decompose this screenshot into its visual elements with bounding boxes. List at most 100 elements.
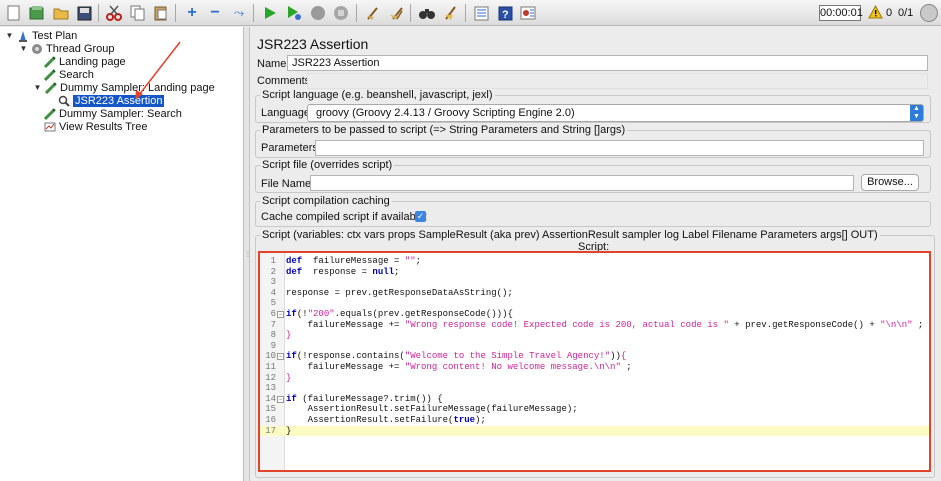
tree-item-thread-group[interactable]: ▼ Thread Group bbox=[19, 42, 115, 55]
code-text: if(!"200".equals(prev.getResponseCode())… bbox=[286, 309, 513, 319]
code-line[interactable]: 16 AssertionResult.setFailure(true); bbox=[260, 415, 929, 426]
tree-item-label: Dummy Sampler: Search bbox=[59, 107, 182, 120]
parameters-field[interactable] bbox=[315, 140, 924, 156]
code-line[interactable]: 1 def failureMessage = ""; bbox=[260, 256, 929, 267]
comments-field[interactable] bbox=[307, 73, 928, 89]
help-icon[interactable]: ? bbox=[495, 3, 515, 23]
clear-icon[interactable] bbox=[363, 3, 383, 23]
expand-icon[interactable]: + bbox=[182, 3, 202, 23]
sampler-icon bbox=[44, 107, 56, 120]
tree-item-search[interactable]: Search bbox=[44, 68, 94, 81]
paste-icon[interactable] bbox=[151, 3, 171, 23]
code-line[interactable]: 2 def response = null; bbox=[260, 267, 929, 278]
tree-expanded-icon[interactable]: ▼ bbox=[19, 44, 28, 53]
remote-icon[interactable] bbox=[518, 3, 538, 23]
code-line[interactable]: 11 failureMessage += "Wrong content! No … bbox=[260, 362, 929, 373]
file-name-label: File Name: bbox=[261, 178, 315, 190]
tree-item-jsr223-assertion[interactable]: JSR223 Assertion bbox=[58, 94, 165, 107]
fold-toggle-icon[interactable]: − bbox=[277, 395, 284, 403]
code-line[interactable]: 9 bbox=[260, 341, 929, 352]
tree-item-dummy-sampler-landing[interactable]: ▼ Dummy Sampler: Landing page bbox=[33, 81, 215, 94]
collapse-icon[interactable]: − bbox=[205, 3, 225, 23]
code-line[interactable]: 6− if(!"200".equals(prev.getResponseCode(… bbox=[260, 309, 929, 320]
line-number: 12 bbox=[265, 372, 276, 383]
parameters-label: Parameters: bbox=[261, 142, 321, 154]
search-icon[interactable] bbox=[417, 3, 437, 23]
code-text: def failureMessage = ""; bbox=[286, 256, 422, 266]
tree-item-landing-page[interactable]: Landing page bbox=[44, 55, 126, 68]
cache-label: Cache compiled script if available: bbox=[261, 211, 428, 223]
tree-expanded-icon[interactable]: ▼ bbox=[33, 83, 42, 92]
line-number: 3 bbox=[270, 277, 276, 288]
assertion-icon bbox=[58, 95, 70, 107]
line-number: 11 bbox=[265, 362, 276, 372]
group-title: Script language (e.g. beanshell, javascr… bbox=[260, 89, 495, 101]
new-icon[interactable] bbox=[4, 3, 24, 23]
name-field[interactable]: JSR223 Assertion bbox=[287, 55, 928, 71]
code-line[interactable]: 14− if (failureMessage?.trim()) { bbox=[260, 394, 929, 405]
group-title: Script compilation caching bbox=[260, 195, 392, 207]
code-line[interactable]: 7 failureMessage += "Wrong response code… bbox=[260, 320, 929, 331]
line-number: 13 bbox=[265, 383, 276, 394]
toggle-icon[interactable]: ⤳ bbox=[229, 3, 249, 23]
code-line[interactable]: 13 bbox=[260, 383, 929, 394]
line-number: 7 bbox=[270, 319, 276, 330]
thread-group-icon bbox=[32, 43, 42, 54]
warning-icon[interactable] bbox=[868, 5, 883, 19]
sampler-icon bbox=[45, 81, 57, 94]
test-plan-icon bbox=[19, 30, 27, 42]
tree-expanded-icon[interactable]: ▼ bbox=[5, 31, 14, 40]
copy-icon[interactable] bbox=[128, 3, 148, 23]
select-arrows-icon: ▲ ▼ bbox=[910, 105, 923, 121]
code-line[interactable]: 17} bbox=[260, 425, 929, 437]
remote-status-icon[interactable] bbox=[920, 4, 938, 22]
code-text: AssertionResult.setFailure(true); bbox=[286, 415, 486, 425]
code-text: def response = null; bbox=[286, 266, 400, 277]
toolbar: + − ⤳ ? 00:00:01 0 0/1 bbox=[0, 0, 941, 26]
stop-icon[interactable] bbox=[308, 3, 328, 23]
shutdown-icon[interactable] bbox=[331, 3, 351, 23]
code-line[interactable]: 5 bbox=[260, 298, 929, 309]
tree-item-test-plan[interactable]: ▼ Test Plan bbox=[5, 29, 77, 42]
start-no-pause-icon[interactable] bbox=[284, 3, 304, 23]
code-line[interactable]: 15 AssertionResult.setFailureMessage(fai… bbox=[260, 404, 929, 415]
group-title: Script file (overrides script) bbox=[260, 159, 395, 171]
templates-icon[interactable] bbox=[27, 3, 47, 23]
start-icon[interactable] bbox=[260, 3, 280, 23]
save-icon[interactable] bbox=[74, 3, 94, 23]
cut-icon[interactable] bbox=[104, 3, 124, 23]
function-helper-icon[interactable] bbox=[471, 3, 491, 23]
warning-count: 0 bbox=[886, 7, 893, 19]
language-selected-value: groovy (Groovy 2.4.13 / Groovy Scripting… bbox=[316, 107, 575, 119]
code-line[interactable]: 3 bbox=[260, 277, 929, 288]
code-line[interactable]: 12} bbox=[260, 373, 929, 384]
script-editor[interactable]: 1 def failureMessage = ""; 2 def response =… bbox=[258, 251, 931, 472]
test-plan-tree: ▼ Test Plan ▼ Thread Group Landing page … bbox=[0, 27, 244, 481]
tree-item-dummy-sampler-search[interactable]: Dummy Sampler: Search bbox=[44, 107, 182, 120]
file-name-field[interactable] bbox=[310, 175, 854, 191]
line-number: 5 bbox=[270, 298, 276, 309]
code-line[interactable]: 4 response = prev.getResponseDataAsString… bbox=[260, 288, 929, 299]
name-label: Name: bbox=[257, 58, 290, 70]
language-select[interactable]: groovy (Groovy 2.4.13 / Groovy Scripting… bbox=[307, 104, 924, 122]
code-text: failureMessage += "Wrong content! No wel… bbox=[286, 362, 632, 372]
line-number: 1 bbox=[270, 256, 276, 266]
clear-all-icon[interactable] bbox=[387, 3, 407, 23]
tree-item-label: Landing page bbox=[59, 55, 126, 68]
code-line[interactable]: 8} bbox=[260, 330, 929, 341]
fold-toggle-icon[interactable]: − bbox=[277, 353, 284, 361]
cache-checkbox[interactable]: ✓ bbox=[415, 211, 426, 222]
group-title: Parameters to be passed to script (=> St… bbox=[260, 124, 628, 136]
page-title: JSR223 Assertion bbox=[257, 36, 369, 52]
code-line[interactable]: 10− if(!response.contains("Welcome to the… bbox=[260, 351, 929, 362]
code-text: if(!response.contains("Welcome to the Si… bbox=[286, 351, 627, 362]
tree-item-view-results-tree[interactable]: View Results Tree bbox=[44, 120, 147, 133]
line-number: 2 bbox=[270, 266, 276, 277]
browse-button[interactable]: Browse... bbox=[861, 174, 919, 191]
line-number: 17 bbox=[265, 425, 276, 436]
fold-toggle-icon[interactable]: − bbox=[277, 311, 284, 318]
language-label: Language: bbox=[261, 107, 313, 119]
reset-search-icon[interactable] bbox=[441, 3, 461, 23]
open-icon[interactable] bbox=[51, 3, 71, 23]
tree-item-label: Test Plan bbox=[32, 29, 78, 42]
